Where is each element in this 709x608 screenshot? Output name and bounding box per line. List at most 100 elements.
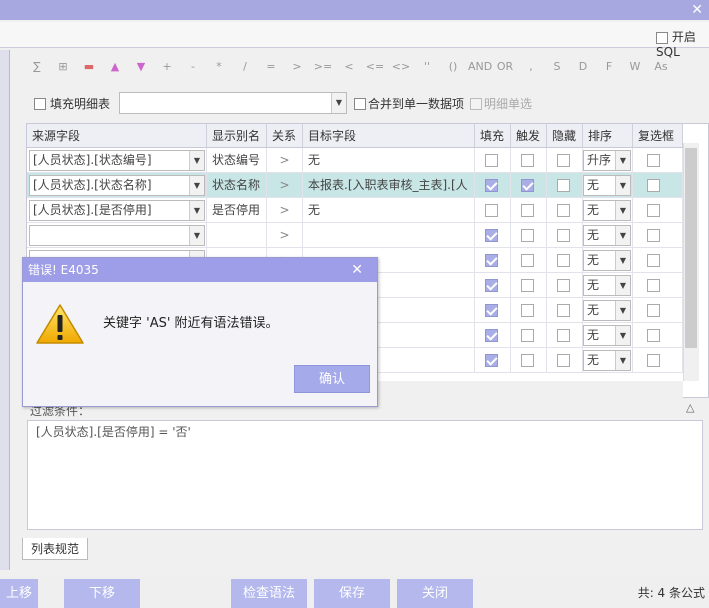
check-syntax-button[interactable]: 检查语法 xyxy=(231,579,307,608)
row-checkbox[interactable] xyxy=(647,304,660,317)
row-checkbox[interactable] xyxy=(647,354,660,367)
alias-cell[interactable]: 状态编号 xyxy=(207,148,267,173)
table-remove-icon[interactable]: ▬ xyxy=(78,54,100,80)
toolbar-op-button[interactable]: OR xyxy=(494,54,516,80)
relation-cell[interactable]: > xyxy=(267,198,303,223)
fill-checkbox[interactable] xyxy=(485,154,498,167)
up-arrow-icon[interactable]: ▲ xyxy=(104,54,126,80)
sort-select[interactable]: 升序 ▼ xyxy=(583,150,631,171)
trigger-checkbox[interactable] xyxy=(521,279,534,292)
table-add-icon[interactable]: ⊞ xyxy=(52,54,74,80)
chevron-down-icon[interactable]: ▼ xyxy=(189,226,204,245)
row-checkbox[interactable] xyxy=(647,254,660,267)
source-field-select[interactable]: [人员状态].[状态名称] ▼ xyxy=(29,175,205,196)
hide-checkbox[interactable] xyxy=(557,304,570,317)
trigger-checkbox[interactable] xyxy=(521,304,534,317)
sql-toggle-checkbox[interactable] xyxy=(656,31,668,44)
chevron-down-icon[interactable]: ▼ xyxy=(615,151,630,170)
close-button[interactable]: 关闭 xyxy=(397,579,473,608)
detail-table-select[interactable]: ▼ xyxy=(119,92,347,114)
chevron-down-icon[interactable]: ▼ xyxy=(189,176,204,195)
toolbar-op-button[interactable]: - xyxy=(182,54,204,80)
table-row[interactable]: ▼>无▼ xyxy=(27,223,687,248)
toolbar-op-button[interactable]: / xyxy=(234,54,256,80)
trigger-checkbox[interactable] xyxy=(521,179,534,192)
table-row[interactable]: [人员状态].[是否停用] ▼ 是否停用 > 无 无 ▼ xyxy=(27,198,687,223)
hide-checkbox[interactable] xyxy=(557,154,570,167)
trigger-checkbox[interactable] xyxy=(521,254,534,267)
toolbar-op-button[interactable]: D xyxy=(572,54,594,80)
fill-checkbox[interactable] xyxy=(485,254,498,267)
sort-select[interactable]: 无 ▼ xyxy=(583,350,631,371)
relation-cell[interactable]: > xyxy=(267,173,303,198)
row-checkbox[interactable] xyxy=(647,229,660,242)
target-cell[interactable]: 无 xyxy=(303,198,475,223)
alias-cell[interactable]: 是否停用 xyxy=(207,198,267,223)
toolbar-op-button[interactable]: W xyxy=(624,54,646,80)
save-button[interactable]: 保存 xyxy=(314,579,390,608)
fill-checkbox[interactable] xyxy=(485,204,498,217)
fill-detail-checkbox[interactable] xyxy=(34,96,46,110)
alias-cell[interactable] xyxy=(207,223,267,248)
chevron-down-icon[interactable]: ▼ xyxy=(615,326,630,345)
hide-checkbox[interactable] xyxy=(557,279,570,292)
chevron-down-icon[interactable]: ▼ xyxy=(615,176,630,195)
filter-editor[interactable]: [人员状态].[是否停用] = '否' xyxy=(27,420,703,530)
target-cell[interactable] xyxy=(303,223,475,248)
row-checkbox[interactable] xyxy=(647,204,660,217)
toolbar-op-button[interactable]: >= xyxy=(312,54,334,80)
sort-select[interactable]: 无 ▼ xyxy=(583,175,631,196)
row-checkbox[interactable] xyxy=(647,279,660,292)
hide-checkbox[interactable] xyxy=(557,179,570,192)
dialog-close-icon[interactable]: ✕ xyxy=(351,258,363,282)
toolbar-op-button[interactable]: S xyxy=(546,54,568,80)
toolbar-op-button[interactable]: > xyxy=(286,54,308,80)
window-close-icon[interactable]: ✕ xyxy=(691,1,703,19)
sort-select[interactable]: 无 ▼ xyxy=(583,200,631,221)
chevron-down-icon[interactable]: ▼ xyxy=(615,351,630,370)
chevron-down-icon[interactable]: ▼ xyxy=(189,201,204,220)
row-checkbox[interactable] xyxy=(647,179,660,192)
fill-checkbox[interactable] xyxy=(485,279,498,292)
row-checkbox[interactable] xyxy=(647,154,660,167)
chevron-down-icon[interactable]: ▼ xyxy=(189,151,204,170)
fill-checkbox[interactable] xyxy=(485,304,498,317)
toolbar-op-button[interactable]: , xyxy=(520,54,542,80)
sort-select[interactable]: 无 ▼ xyxy=(583,275,631,296)
sort-select[interactable]: 无 ▼ xyxy=(583,325,631,346)
hide-checkbox[interactable] xyxy=(557,329,570,342)
toolbar-op-button[interactable]: () xyxy=(442,54,464,80)
table-row[interactable]: [人员状态].[状态名称] ▼ 状态名称 > 本报表.[入职表审核_主表].[人 无 ▼ xyxy=(27,173,687,198)
toolbar-op-button[interactable]: < xyxy=(338,54,360,80)
collapse-triangle-icon[interactable]: △ xyxy=(686,401,694,414)
chevron-down-icon[interactable]: ▼ xyxy=(615,301,630,320)
toolbar-op-button[interactable]: * xyxy=(208,54,230,80)
sigma-icon[interactable]: ∑ xyxy=(26,54,48,80)
fill-checkbox[interactable] xyxy=(485,354,498,367)
hide-checkbox[interactable] xyxy=(557,229,570,242)
toolbar-op-button[interactable]: As xyxy=(650,54,672,80)
source-field-select[interactable]: [人员状态].[是否停用] ▼ xyxy=(29,200,205,221)
trigger-checkbox[interactable] xyxy=(521,354,534,367)
row-checkbox[interactable] xyxy=(647,329,660,342)
chevron-down-icon[interactable]: ▼ xyxy=(615,251,630,270)
target-cell[interactable]: 本报表.[入职表审核_主表].[人 xyxy=(303,173,475,198)
tab-list-spec[interactable]: 列表规范 xyxy=(22,538,88,560)
relation-cell[interactable]: > xyxy=(267,223,303,248)
grid-scroll-thumb[interactable] xyxy=(685,148,697,348)
hide-checkbox[interactable] xyxy=(557,204,570,217)
fill-checkbox[interactable] xyxy=(485,179,498,192)
toolbar-op-button[interactable]: <> xyxy=(390,54,412,80)
toolbar-op-button[interactable]: = xyxy=(260,54,282,80)
chevron-down-icon[interactable]: ▼ xyxy=(615,276,630,295)
down-arrow-icon[interactable]: ▼ xyxy=(130,54,152,80)
ok-button[interactable]: 确认 xyxy=(294,365,370,393)
hide-checkbox[interactable] xyxy=(557,354,570,367)
fill-checkbox[interactable] xyxy=(485,329,498,342)
toolbar-op-button[interactable]: <= xyxy=(364,54,386,80)
move-up-button[interactable]: 上移 xyxy=(0,579,38,608)
sort-select[interactable]: 无 ▼ xyxy=(583,250,631,271)
merge-single-checkbox[interactable] xyxy=(354,96,366,110)
alias-cell[interactable]: 状态名称 xyxy=(207,173,267,198)
source-field-select[interactable]: [人员状态].[状态编号] ▼ xyxy=(29,150,205,171)
